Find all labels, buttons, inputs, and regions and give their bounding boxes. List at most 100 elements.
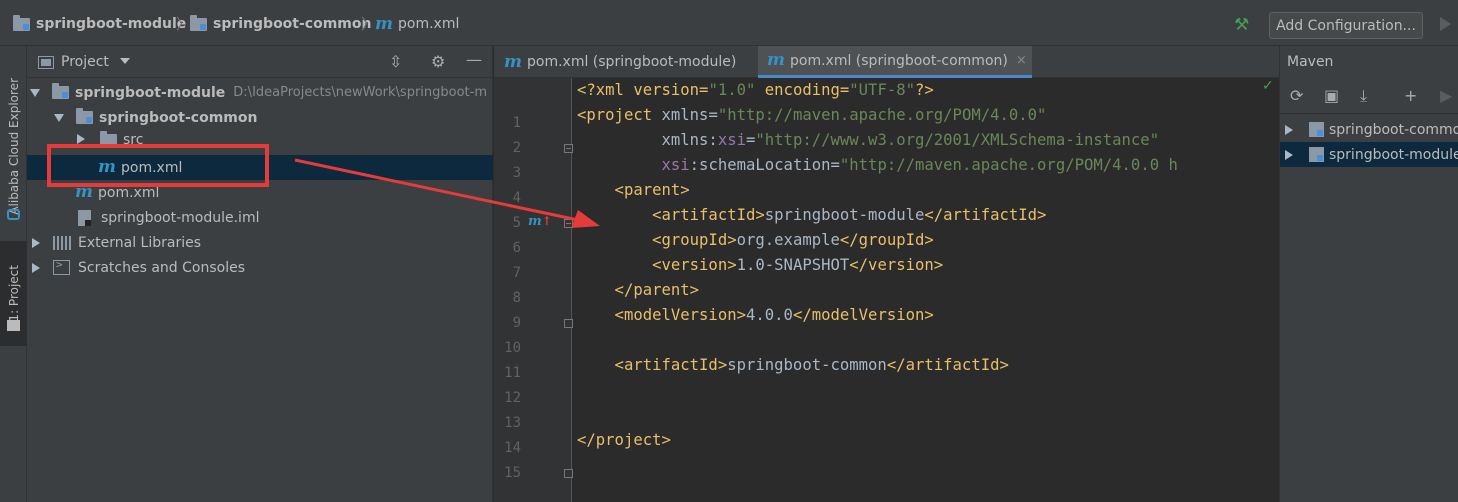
- code-token: </version>: [849, 256, 944, 274]
- download-icon[interactable]: ⤓: [1360, 86, 1367, 106]
- code-token: <parent>: [577, 181, 690, 199]
- code-token: encoding=: [755, 81, 850, 99]
- minimize-icon[interactable]: —: [466, 50, 482, 69]
- code-line[interactable]: <artifactId>springboot-module</artifactI…: [577, 203, 1046, 228]
- tab-pom-springboot-common[interactable]: m pom.xml (springboot-common) ×: [758, 46, 1032, 78]
- breadcrumb-springboot-common[interactable]: springboot-common: [190, 14, 371, 34]
- collapse-arrow-icon[interactable]: [1285, 124, 1293, 135]
- expand-arrow-icon[interactable]: [30, 88, 40, 97]
- tree-item-module-iml[interactable]: springboot-module.iml: [27, 205, 493, 230]
- tab-pom-springboot-module[interactable]: m pom.xml (springboot-module): [494, 46, 758, 78]
- editor-gutter: 1 2 3 4 5 6 7 8 9 10 11 12 13 14 15 m↑: [494, 78, 573, 502]
- tree-item-src[interactable]: src: [27, 130, 493, 144]
- line-number: 2: [512, 140, 521, 156]
- collapse-arrow-icon[interactable]: [1285, 149, 1293, 160]
- add-configuration-label: Add Configuration...: [1276, 17, 1416, 34]
- code-token: springboot-common: [727, 356, 887, 374]
- tree-item-label: src: [123, 132, 144, 144]
- code-line[interactable]: <artifactId>springboot-common</artifactI…: [577, 353, 1009, 378]
- code-token: "http://www.w3.org/2001/XMLSchema-instan…: [755, 131, 1160, 149]
- maven-project-springboot-common[interactable]: springboot-common: [1280, 117, 1458, 142]
- tree-item-scratches[interactable]: Scratches and Consoles: [27, 255, 493, 280]
- collapse-arrow-icon[interactable]: [77, 134, 85, 144]
- maven-file-icon: m: [504, 51, 522, 72]
- code-token: org.example: [736, 231, 840, 249]
- breadcrumb-separator: 〉: [176, 15, 192, 33]
- fold-marker-icon[interactable]: [564, 469, 573, 478]
- project-folder-icon: [7, 320, 20, 331]
- code-editor: m pom.xml (springboot-module) m pom.xml …: [494, 46, 1279, 502]
- editor-tab-bar: m pom.xml (springboot-module) m pom.xml …: [494, 46, 1279, 78]
- code-line[interactable]: <?xml version="1.0" encoding="UTF-8"?>: [577, 78, 934, 103]
- line-number: 1: [512, 115, 521, 131]
- fold-marker-icon[interactable]: [564, 219, 573, 228]
- code-token: "http://maven.apache.org/POM/4.0.0 h: [839, 156, 1178, 174]
- build-hammer-icon[interactable]: ⚒: [1234, 15, 1249, 35]
- tab-label: Alibaba Cloud Explorer: [6, 77, 21, 215]
- collapse-arrow-icon[interactable]: [32, 262, 40, 273]
- maven-tool-window: Maven ⟳ ▣ ⤓ + ▶ springboot-common spring…: [1279, 46, 1458, 502]
- code-line[interactable]: </parent>: [577, 278, 700, 303]
- maven-project-label: springboot-common: [1329, 121, 1458, 138]
- line-number: 14: [504, 440, 521, 456]
- project-panel-title[interactable]: Project: [61, 54, 109, 70]
- breadcrumb-separator: 〉: [361, 15, 377, 33]
- tree-item-label: pom.xml: [121, 159, 183, 176]
- module-folder-icon: [76, 108, 93, 124]
- code-line[interactable]: <parent>: [577, 178, 690, 203]
- code-token: :schemaLocation=: [689, 156, 840, 174]
- tree-item-springboot-module[interactable]: springboot-module D:\IdeaProjects\newWor…: [27, 80, 493, 105]
- line-number: 5: [512, 215, 521, 231]
- project-panel-header: Project ⇳ ⚙ —: [27, 46, 493, 78]
- code-line[interactable]: <modelVersion>4.0.0</modelVersion>: [577, 303, 934, 328]
- run-play-icon[interactable]: [1440, 17, 1451, 31]
- add-configuration-button[interactable]: Add Configuration...: [1269, 12, 1423, 39]
- collapse-arrow-icon[interactable]: [32, 237, 40, 248]
- reload-icon[interactable]: ⟳: [1290, 86, 1303, 105]
- tree-item-root-pom-xml[interactable]: m pom.xml: [27, 180, 493, 205]
- iml-file-icon: [78, 209, 91, 226]
- close-icon[interactable]: ×: [1016, 53, 1027, 68]
- line-number: 8: [512, 290, 521, 306]
- maven-file-icon: m: [375, 13, 393, 34]
- tab-label: pom.xml (springboot-module): [527, 54, 737, 70]
- line-number: 4: [512, 190, 521, 206]
- chevron-down-icon[interactable]: [120, 58, 130, 64]
- breadcrumb-label: springboot-common: [213, 16, 372, 32]
- code-area[interactable]: <?xml version="1.0" encoding="UTF-8"?> <p…: [573, 78, 1279, 502]
- generate-sources-folder-icon[interactable]: ▣: [1324, 86, 1339, 105]
- code-token: </project>: [577, 431, 671, 449]
- tree-item-label: springboot-module: [75, 84, 226, 101]
- fold-marker-icon[interactable]: [564, 319, 573, 328]
- code-line[interactable]: <version>1.0-SNAPSHOT</version>: [577, 253, 943, 278]
- code-token: <project: [577, 106, 662, 124]
- fold-marker-icon[interactable]: [564, 144, 573, 153]
- collapse-all-icon[interactable]: ⇳: [389, 52, 402, 71]
- line-number: 11: [504, 365, 521, 381]
- tree-item-label: springboot-common: [99, 109, 258, 126]
- gear-icon[interactable]: ⚙: [431, 52, 445, 71]
- tree-item-external-libraries[interactable]: External Libraries: [27, 230, 493, 255]
- module-folder-icon: [190, 14, 207, 31]
- breadcrumb-pom-xml[interactable]: m pom.xml: [375, 14, 459, 34]
- code-line[interactable]: </project>: [577, 428, 671, 453]
- left-tool-strip: Alibaba Cloud Explorer 1: Project: [0, 46, 27, 502]
- project-tool-window: Project ⇳ ⚙ — springboot-module D:\IdeaP…: [27, 46, 493, 502]
- expand-arrow-icon[interactable]: [54, 113, 64, 122]
- code-line[interactable]: <groupId>org.example</groupId>: [577, 228, 934, 253]
- code-line[interactable]: xmlns:xsi="http://www.w3.org/2001/XMLSch…: [577, 128, 1159, 153]
- add-icon[interactable]: +: [1404, 86, 1417, 105]
- run-icon[interactable]: ▶: [1440, 86, 1452, 105]
- code-token: 1.0-SNAPSHOT: [736, 256, 850, 274]
- folder-icon: [100, 130, 117, 144]
- maven-project-springboot-module[interactable]: springboot-module: [1280, 142, 1458, 167]
- breadcrumb-springboot-module[interactable]: springboot-module: [13, 14, 186, 34]
- code-token: xmlns:: [577, 131, 718, 149]
- code-line[interactable]: xsi:schemaLocation="http://maven.apache.…: [577, 153, 1178, 178]
- tree-item-pom-xml-selected[interactable]: m pom.xml: [27, 155, 493, 180]
- cloud-explorer-icon: [7, 209, 20, 220]
- maven-parent-navigate-icon[interactable]: m↑: [528, 214, 552, 229]
- code-token: =: [746, 131, 756, 149]
- tree-item-springboot-common[interactable]: springboot-common: [27, 105, 493, 130]
- code-line[interactable]: <project xmlns="http://maven.apache.org/…: [577, 103, 1046, 128]
